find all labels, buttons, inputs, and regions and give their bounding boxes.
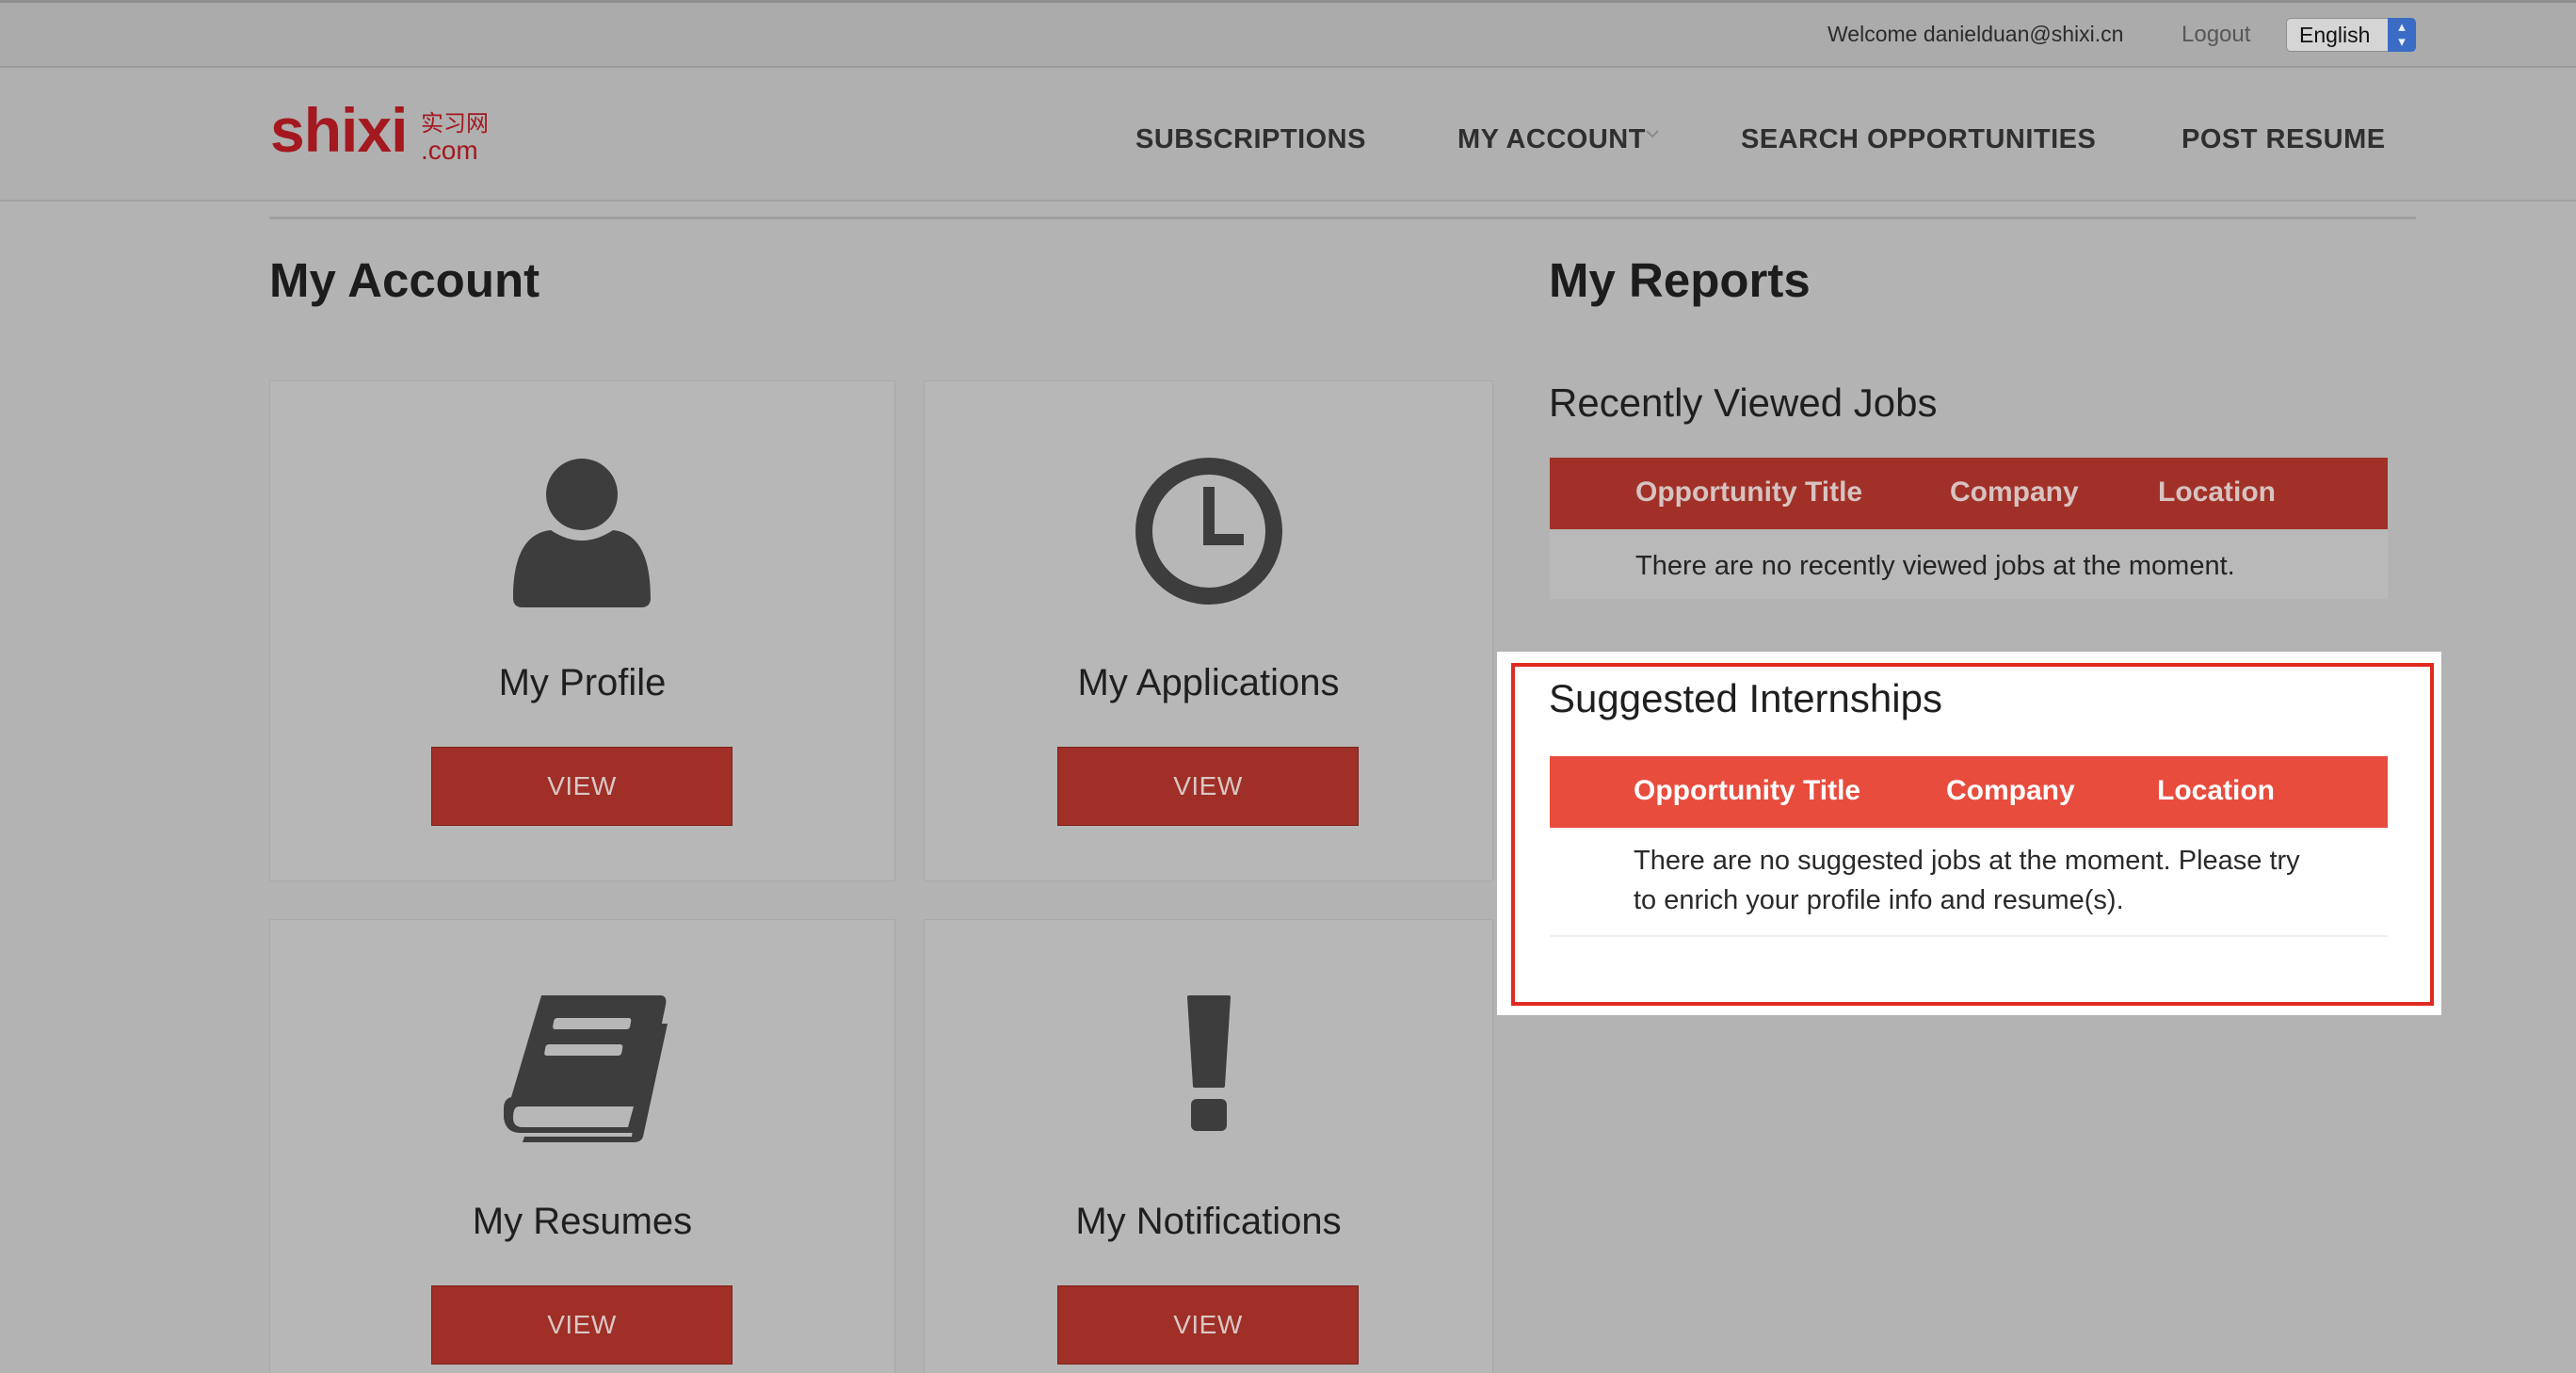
welcome-text: Welcome danielduan@shixi.cn: [1827, 22, 2124, 46]
nav-search-opportunities[interactable]: SEARCH OPPORTUNITIES: [1741, 124, 2096, 155]
view-notifications-button[interactable]: VIEW: [1057, 1285, 1359, 1365]
recently-viewed-table-header: Opportunity Title Company Location: [1550, 458, 2388, 529]
top-bar: Welcome danielduan@shixi.cn Logout Engli…: [0, 0, 2576, 68]
recently-viewed-empty-row: There are no recently viewed jobs at the…: [1550, 529, 2388, 599]
clock-icon: [1135, 458, 1282, 605]
select-arrows-icon: ▴ ▾: [2388, 18, 2416, 52]
card-title: My Resumes: [472, 1201, 693, 1242]
view-profile-button[interactable]: VIEW: [431, 747, 733, 826]
card-my-resumes: My Resumes VIEW: [269, 919, 895, 1373]
exclamation-icon: [1187, 995, 1231, 1131]
logo-cn-text: 实习网: [421, 110, 489, 137]
card-title: My Profile: [498, 662, 667, 703]
svg-text:shixi: shixi: [270, 103, 407, 165]
nav-subscriptions[interactable]: SUBSCRIPTIONS: [1135, 124, 1366, 155]
card-my-applications: My Applications VIEW: [924, 380, 1493, 881]
column-header: Opportunity Title: [1634, 775, 1861, 806]
logo-domain-text: .com: [421, 136, 478, 165]
column-header: Opportunity Title: [1635, 477, 1863, 508]
column-header: Location: [2158, 477, 2276, 508]
empty-message: There are no recently viewed jobs at the…: [1635, 551, 2235, 581]
card-my-notifications: My Notifications VIEW: [924, 919, 1493, 1373]
logout-link[interactable]: Logout: [2182, 22, 2250, 48]
my-account-heading: My Account: [269, 253, 540, 307]
language-selected: English: [2299, 23, 2371, 47]
nav-post-resume[interactable]: POST RESUME: [2182, 124, 2386, 155]
nav-my-account[interactable]: MY ACCOUNT: [1457, 124, 1646, 155]
book-icon: [504, 995, 668, 1142]
site-header: shixi 实习网 .com SUBSCRIPTIONS MY ACCOUNT …: [0, 68, 2576, 202]
my-reports-heading: My Reports: [1549, 253, 1811, 307]
suggested-empty-row: There are no suggested jobs at the momen…: [1550, 828, 2388, 937]
suggested-table-header: Opportunity Title Company Location: [1550, 756, 2388, 828]
card-title: My Applications: [1077, 662, 1340, 703]
column-header: Company: [1950, 477, 2079, 508]
user-icon: [513, 459, 651, 607]
empty-message: There are no suggested jobs at the momen…: [1634, 846, 2300, 915]
language-select[interactable]: English ▴ ▾: [2286, 18, 2416, 52]
shixi-logo[interactable]: shixi 实习网 .com: [270, 103, 524, 169]
card-my-profile: My Profile VIEW: [269, 380, 895, 881]
card-title: My Notifications: [1075, 1201, 1342, 1242]
column-header: Company: [1946, 775, 2075, 806]
suggested-internships-title: Suggested Internships: [1549, 676, 1942, 720]
chevron-down-icon[interactable]: [1644, 127, 1661, 140]
view-applications-button[interactable]: VIEW: [1057, 747, 1359, 826]
view-resumes-button[interactable]: VIEW: [431, 1285, 733, 1365]
recently-viewed-title: Recently Viewed Jobs: [1549, 380, 1938, 425]
column-header: Location: [2157, 775, 2275, 806]
content-divider: [269, 217, 2416, 219]
